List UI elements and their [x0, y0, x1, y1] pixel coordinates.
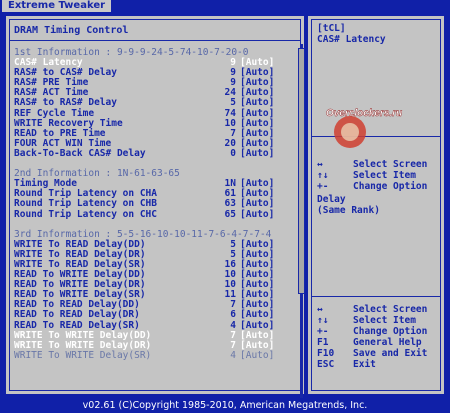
key-description: Select Screen: [353, 304, 428, 315]
key-legend-item: F1 General Help: [317, 337, 427, 348]
key-name: ↑↓: [317, 315, 329, 326]
key-description: Select Item: [353, 315, 416, 326]
key-description: Select Item: [353, 170, 416, 181]
watermark-text: Overclockers.ru: [326, 108, 402, 119]
key-legend: ↔ Select Screen ↑↓ Select Item +- Change Opti…: [317, 304, 427, 370]
setting-label: WRITE To WRITE Delay(SR): [14, 349, 152, 361]
help-text: [tCL] CAS# Latency: [317, 23, 386, 45]
key-name: +-: [317, 326, 329, 337]
scrollbar-thumb[interactable]: [298, 48, 305, 294]
scrollbar[interactable]: [298, 44, 305, 398]
setting-label: Back-To-Back CAS# Delay: [14, 147, 146, 159]
top-bar: Extreme Tweaker: [0, 0, 450, 12]
key-name: ESC: [317, 359, 335, 370]
key-description: Change Option: [353, 326, 428, 337]
key-legend-top: ↔ Select Screen ↑↓ Select Item +- Change Opti…: [317, 159, 427, 192]
title-divider: [9, 40, 301, 41]
key-name: ↔: [317, 304, 323, 315]
key-legend-item: ESC Exit: [317, 359, 427, 370]
key-description: Select Screen: [353, 159, 428, 170]
key-name: ↑↓: [317, 170, 329, 181]
key-name: ↔: [317, 159, 323, 170]
copyright-footer: v02.61 (C)Copyright 1985-2010, American …: [82, 400, 368, 411]
setting-option-value[interactable]: [Auto]: [240, 148, 274, 159]
key-description: General Help: [353, 337, 422, 348]
setting-current-value: 63: [224, 198, 236, 210]
key-description: Change Option: [353, 181, 428, 192]
setting-option-value[interactable]: [Auto]: [240, 199, 274, 209]
key-legend-item: ↑↓ Select Item: [317, 170, 427, 181]
setting-row[interactable]: WRITE To WRITE Delay(SR) 4 [Auto]: [14, 349, 298, 361]
watermark-logo: Overclockers.ru: [320, 104, 430, 154]
setting-row[interactable]: Round Trip Latency on CHB 63 [Auto]: [14, 199, 298, 209]
panel-title: DRAM Timing Control: [14, 25, 129, 36]
tab-extreme-tweaker[interactable]: Extreme Tweaker: [2, 0, 112, 12]
setting-current-value: 0: [230, 147, 236, 159]
key-legend-item: +- Change Option: [317, 326, 427, 337]
setting-row[interactable]: Round Trip Latency on CHC 65 [Auto]: [14, 208, 298, 220]
setting-current-value: 4: [230, 349, 236, 361]
key-description: Exit: [353, 359, 376, 370]
key-legend-item: ↔ Select Screen: [317, 304, 427, 315]
setting-option-value[interactable]: [Auto]: [240, 209, 274, 220]
key-name: F1: [317, 337, 329, 348]
key-name: +-: [317, 181, 329, 192]
setting-label: Round Trip Latency on CHC: [14, 208, 157, 220]
setting-label: Round Trip Latency on CHB: [14, 198, 157, 210]
help-text-continued: Delay (Same Rank): [317, 194, 380, 216]
settings-panel: DRAM Timing Control 1st Information : 9-…: [4, 14, 306, 398]
key-legend-item: +- Change Option: [317, 181, 427, 192]
setting-current-value: 65: [224, 208, 236, 220]
help-panel: [tCL] CAS# Latency ↔ Select Screen ↑↓ Selec…: [306, 14, 446, 396]
key-legend-item: ↑↓ Select Item: [317, 315, 427, 326]
key-legend-item: F10 Save and Exit: [317, 348, 427, 359]
key-legend-item: ↔ Select Screen: [317, 159, 427, 170]
key-name: F10: [317, 348, 335, 359]
settings-list: 1st Information : 9-9-9-24-5-74-10-7-20-…: [14, 47, 298, 361]
key-divider: [311, 296, 441, 297]
setting-row[interactable]: Back-To-Back CAS# Delay 0 [Auto]: [14, 147, 298, 159]
key-description: Save and Exit: [353, 348, 428, 359]
setting-option-value[interactable]: [Auto]: [240, 350, 274, 361]
